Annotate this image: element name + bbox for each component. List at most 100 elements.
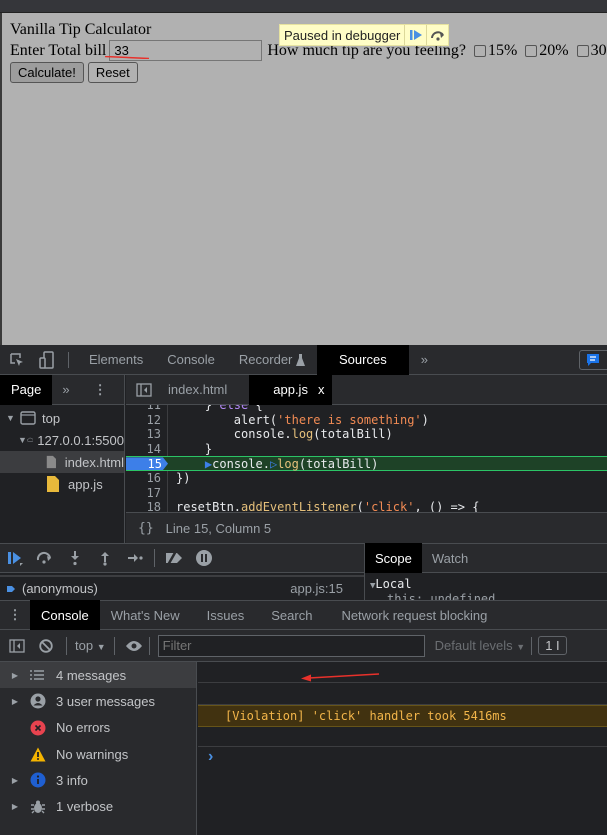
console-filter-input[interactable] xyxy=(157,634,425,657)
code-lines: 11 } else { 12 alert('there is something… xyxy=(126,405,607,512)
device-toolbar-icon[interactable] xyxy=(34,345,60,375)
navigator-menu-icon[interactable]: ⋮ xyxy=(94,382,107,398)
editor-tab-app-js[interactable]: app.js x xyxy=(249,374,333,405)
console-prompt[interactable]: › xyxy=(208,748,213,766)
tree-item-top[interactable]: ▼ top xyxy=(0,407,124,429)
scope-panel: ▼Local this: undefined xyxy=(364,573,607,600)
tab-elements[interactable]: Elements xyxy=(77,345,155,375)
expand-arrow-icon: ▼ xyxy=(18,435,27,445)
code-line: 12 alert('there is something') xyxy=(126,412,607,428)
file-icon xyxy=(46,455,56,469)
tree-item-app-js[interactable]: app.js xyxy=(0,473,124,495)
toggle-navigator-icon[interactable] xyxy=(126,382,162,397)
more-tabs-button[interactable]: » xyxy=(409,345,440,375)
tree-item-index-html[interactable]: index.html xyxy=(0,451,124,473)
line-number[interactable]: 18 xyxy=(126,500,168,512)
sidebar-item-warnings[interactable]: No warnings xyxy=(0,741,196,767)
sidebar-item-user-messages[interactable]: ▶ 3 user messages xyxy=(0,688,196,714)
step-out-button[interactable] xyxy=(90,544,120,572)
devtools-main-tabs: Elements Console Recorder Sources » xyxy=(0,344,607,375)
issues-badge[interactable] xyxy=(579,350,607,370)
dropdown-arrow-icon: ▼ xyxy=(516,642,526,652)
drawer-tab-network-request-blocking[interactable]: Network request blocking xyxy=(323,608,505,623)
sidebar-item-label: 3 info xyxy=(56,772,88,788)
breakpoint-line-number[interactable]: 15 xyxy=(126,457,168,470)
step-over-overlay-button[interactable] xyxy=(426,25,448,45)
drawer-tab-console[interactable]: Console xyxy=(30,600,100,630)
divider xyxy=(531,636,533,655)
resume-icon xyxy=(409,30,422,40)
editor-tab-index-html[interactable]: index.html xyxy=(162,375,233,405)
tree-item-host[interactable]: ▼ 127.0.0.1:5500 xyxy=(0,429,124,451)
tip-15-checkbox[interactable] xyxy=(473,44,486,57)
calculate-button[interactable]: Calculate! xyxy=(10,62,84,83)
tab-watch[interactable]: Watch xyxy=(422,551,478,566)
code-line: 16}) xyxy=(126,470,607,486)
scope-section-label: Local xyxy=(375,577,412,591)
step-into-button[interactable] xyxy=(60,544,90,572)
line-number[interactable]: 12 xyxy=(126,412,168,428)
navigator-more-button[interactable]: » xyxy=(52,382,79,397)
reset-button[interactable]: Reset xyxy=(87,62,138,83)
tab-recorder[interactable]: Recorder xyxy=(227,345,317,375)
context-label: top xyxy=(75,638,94,653)
sidebar-item-messages[interactable]: ▶ 4 messages xyxy=(0,662,196,689)
code-text: ▶console.▷log(totalBill) xyxy=(204,456,379,471)
sidebar-item-label: 1 verbose xyxy=(56,799,114,815)
log-levels-dropdown[interactable]: Default levels ▼ xyxy=(435,638,526,653)
drawer-tab-search[interactable]: Search xyxy=(260,608,323,623)
pause-on-exceptions-button[interactable] xyxy=(189,544,219,572)
sidebar-item-info[interactable]: ▶ 3 info xyxy=(0,767,196,793)
paused-label: Paused in debugger xyxy=(284,27,401,43)
sidebar-item-errors[interactable]: No errors xyxy=(0,715,196,741)
divider xyxy=(154,549,155,567)
divider xyxy=(148,636,150,655)
inspect-element-icon[interactable] xyxy=(0,345,34,375)
drawer-tab-whats-new[interactable]: What's New xyxy=(100,608,191,623)
code-line: 11 } else { xyxy=(126,405,607,413)
tree-label: index.html xyxy=(64,454,124,470)
code-line: 13 console.log(totalBill) xyxy=(126,427,607,442)
drawer-menu-icon[interactable]: ⋮ xyxy=(0,607,30,623)
close-tab-icon[interactable]: x xyxy=(318,382,325,397)
deactivate-breakpoints-button[interactable] xyxy=(159,544,189,572)
call-stack-frame[interactable]: (anonymous) app.js:15 xyxy=(0,575,364,600)
line-number[interactable]: 16 xyxy=(126,470,168,486)
issues-counter[interactable]: 1 I xyxy=(538,636,567,655)
step-over-button[interactable] xyxy=(30,544,60,572)
tab-scope[interactable]: Scope xyxy=(365,543,422,573)
frame-location[interactable]: app.js:15 xyxy=(290,581,343,596)
drawer-tab-issues[interactable]: Issues xyxy=(191,608,261,623)
line-number[interactable]: 13 xyxy=(126,427,168,442)
tree-label: app.js xyxy=(68,476,103,492)
scope-local-section[interactable]: ▼Local xyxy=(365,573,607,591)
tip-30-checkbox[interactable] xyxy=(576,44,589,57)
sidebar-item-verbose[interactable]: ▶ 1 verbose xyxy=(0,793,196,819)
drawer-tabs: ⋮ Console What's New Issues Search Netwo… xyxy=(0,600,607,630)
tip-20-checkbox[interactable] xyxy=(525,44,538,57)
line-number[interactable]: 11 xyxy=(126,405,168,413)
line-number[interactable]: 14 xyxy=(126,441,168,457)
step-over-icon xyxy=(36,551,51,564)
context-selector[interactable]: top ▼ xyxy=(75,638,106,653)
expand-arrow-icon: ▶ xyxy=(11,775,19,785)
info-icon xyxy=(30,772,56,788)
resume-overlay-button[interactable] xyxy=(404,25,426,45)
page-title: Vanilla Tip Calculator xyxy=(10,21,152,38)
divider xyxy=(66,636,67,655)
resume-button[interactable] xyxy=(0,544,30,572)
pause-icon xyxy=(196,550,212,566)
live-expression-eye-icon[interactable] xyxy=(123,640,145,652)
toggle-sidebar-icon[interactable] xyxy=(0,638,34,653)
tab-sources[interactable]: Sources xyxy=(317,344,409,375)
pretty-print-icon[interactable]: {} xyxy=(126,521,166,536)
breakpoints-off-icon xyxy=(166,550,182,566)
clear-console-icon[interactable] xyxy=(34,638,58,653)
tab-console[interactable]: Console xyxy=(155,345,227,375)
expand-arrow-icon: ▶ xyxy=(11,696,19,706)
step-over-icon xyxy=(430,31,444,41)
step-button[interactable] xyxy=(120,544,150,572)
bug-icon xyxy=(30,799,56,815)
navigator-tab-page[interactable]: Page xyxy=(0,374,53,405)
line-number[interactable]: 17 xyxy=(126,485,168,501)
